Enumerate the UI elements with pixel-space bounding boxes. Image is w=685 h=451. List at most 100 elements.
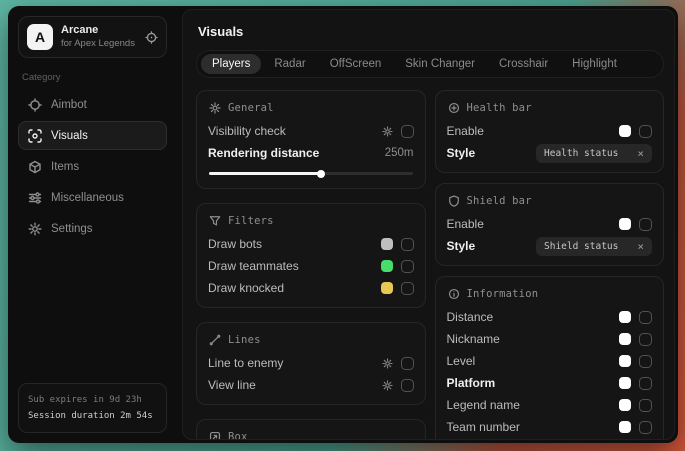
health-style-select[interactable]: Health status ×	[536, 144, 652, 163]
visuals-tabs: Players Radar OffScreen Skin Changer Cro…	[196, 50, 664, 78]
tab-radar[interactable]: Radar	[263, 54, 316, 74]
rendering-distance-value: 250m	[385, 147, 414, 159]
sidebar-item-label: Visuals	[51, 130, 88, 142]
scan-eye-icon	[28, 129, 42, 143]
subscription-card: Sub expires in 9d 23h Session duration 2…	[18, 383, 167, 433]
reticle-icon[interactable]	[145, 31, 158, 44]
selected-style-value: Health status	[544, 148, 618, 159]
color-swatch[interactable]	[619, 333, 631, 345]
logo-card: A Arcane for Apex Legends	[18, 16, 167, 58]
health-enable-checkbox[interactable]	[639, 125, 652, 138]
panel-box: Box Enable Enable background	[196, 419, 426, 440]
view-line-checkbox[interactable]	[401, 379, 414, 392]
setting-row: Distance	[447, 307, 653, 327]
shield-enable-checkbox[interactable]	[639, 218, 652, 231]
sub-expires-text: Sub expires in 9d 23h	[28, 392, 157, 408]
legend-name-checkbox[interactable]	[639, 399, 652, 412]
sidebar: A Arcane for Apex Legends Category Aimbo…	[8, 6, 177, 443]
package-icon	[28, 160, 42, 174]
setting-row: Style Health status ×	[447, 143, 653, 163]
team-number-checkbox[interactable]	[639, 421, 652, 434]
setting-row: Enable	[447, 121, 653, 141]
sidebar-item-label: Items	[51, 161, 79, 173]
setting-row: Team number	[447, 417, 653, 437]
draw-knocked-checkbox[interactable]	[401, 282, 414, 295]
info-icon	[448, 288, 460, 300]
tab-highlight[interactable]: Highlight	[561, 54, 628, 74]
setting-row: Line to enemy	[208, 353, 414, 373]
color-swatch[interactable]	[381, 260, 393, 272]
color-swatch[interactable]	[619, 377, 631, 389]
gear-icon[interactable]	[382, 126, 393, 137]
health-icon	[448, 102, 460, 114]
tab-skin-changer[interactable]: Skin Changer	[394, 54, 486, 74]
panel-title: Shield bar	[467, 195, 532, 207]
color-swatch[interactable]	[381, 238, 393, 250]
color-swatch[interactable]	[619, 311, 631, 323]
diagonal-line-icon	[209, 334, 221, 346]
setting-row: Weapon in hands	[447, 439, 653, 440]
panel-title: General	[228, 102, 274, 114]
sidebar-item-label: Aimbot	[51, 99, 87, 111]
color-swatch[interactable]	[619, 421, 631, 433]
distance-checkbox[interactable]	[639, 311, 652, 324]
app-name: Arcane	[61, 24, 135, 37]
crosshair-icon	[28, 98, 42, 112]
tab-offscreen[interactable]: OffScreen	[319, 54, 393, 74]
color-swatch[interactable]	[619, 355, 631, 367]
tab-players[interactable]: Players	[201, 54, 261, 74]
draw-teammates-checkbox[interactable]	[401, 260, 414, 273]
panel-title: Health bar	[467, 102, 532, 114]
sidebar-item-label: Miscellaneous	[51, 192, 124, 204]
setting-row: Draw teammates	[208, 256, 414, 276]
sidebar-item-items[interactable]: Items	[18, 152, 167, 181]
color-swatch[interactable]	[619, 399, 631, 411]
level-checkbox[interactable]	[639, 355, 652, 368]
sidebar-item-label: Settings	[51, 223, 93, 235]
tab-crosshair[interactable]: Crosshair	[488, 54, 559, 74]
panel-shield-bar: Shield bar Enable Style Shield status	[435, 183, 665, 266]
visibility-check-checkbox[interactable]	[401, 125, 414, 138]
panel-title: Box	[228, 431, 248, 440]
sidebar-item-settings[interactable]: Settings	[18, 214, 167, 243]
panel-health-bar: Health bar Enable Style Health status	[435, 90, 665, 173]
setting-row: Draw knocked	[208, 278, 414, 298]
sidebar-item-miscellaneous[interactable]: Miscellaneous	[18, 183, 167, 212]
panel-general: General Visibility check Rendering dista…	[196, 90, 426, 189]
color-swatch[interactable]	[619, 125, 631, 137]
color-swatch[interactable]	[381, 282, 393, 294]
panel-title: Information	[467, 288, 539, 300]
sun-gear-icon	[209, 102, 221, 114]
clear-icon[interactable]: ×	[637, 148, 644, 159]
draw-bots-checkbox[interactable]	[401, 238, 414, 251]
shield-style-select[interactable]: Shield status ×	[536, 237, 652, 256]
rendering-distance-slider[interactable]	[209, 172, 413, 175]
session-duration-text: Session duration 2m 54s	[28, 408, 157, 424]
category-label: Category	[22, 72, 163, 83]
gear-icon[interactable]	[382, 380, 393, 391]
app-logo: A	[27, 24, 53, 50]
slider-fill	[209, 172, 321, 175]
sidebar-item-visuals[interactable]: Visuals	[18, 121, 167, 150]
setting-row: Enable	[447, 214, 653, 234]
sidebar-item-aimbot[interactable]: Aimbot	[18, 90, 167, 119]
app-window: A Arcane for Apex Legends Category Aimbo…	[8, 6, 678, 443]
setting-row: Rendering distance 250m	[208, 143, 414, 163]
platform-checkbox[interactable]	[639, 377, 652, 390]
clear-icon[interactable]: ×	[637, 241, 644, 252]
setting-row: Level	[447, 351, 653, 371]
panel-information: Information Distance Nickname	[435, 276, 665, 440]
slider-thumb[interactable]	[317, 170, 325, 178]
setting-row: Platform	[447, 373, 653, 393]
panel-title: Filters	[228, 215, 274, 227]
gear-icon[interactable]	[382, 358, 393, 369]
shield-icon	[448, 195, 460, 207]
color-swatch[interactable]	[619, 218, 631, 230]
app-subtitle: for Apex Legends	[61, 38, 135, 49]
setting-row: Visibility check	[208, 121, 414, 141]
setting-row: Nickname	[447, 329, 653, 349]
gear-icon	[28, 222, 42, 236]
nickname-checkbox[interactable]	[639, 333, 652, 346]
page-title: Visuals	[198, 24, 664, 39]
line-to-enemy-checkbox[interactable]	[401, 357, 414, 370]
